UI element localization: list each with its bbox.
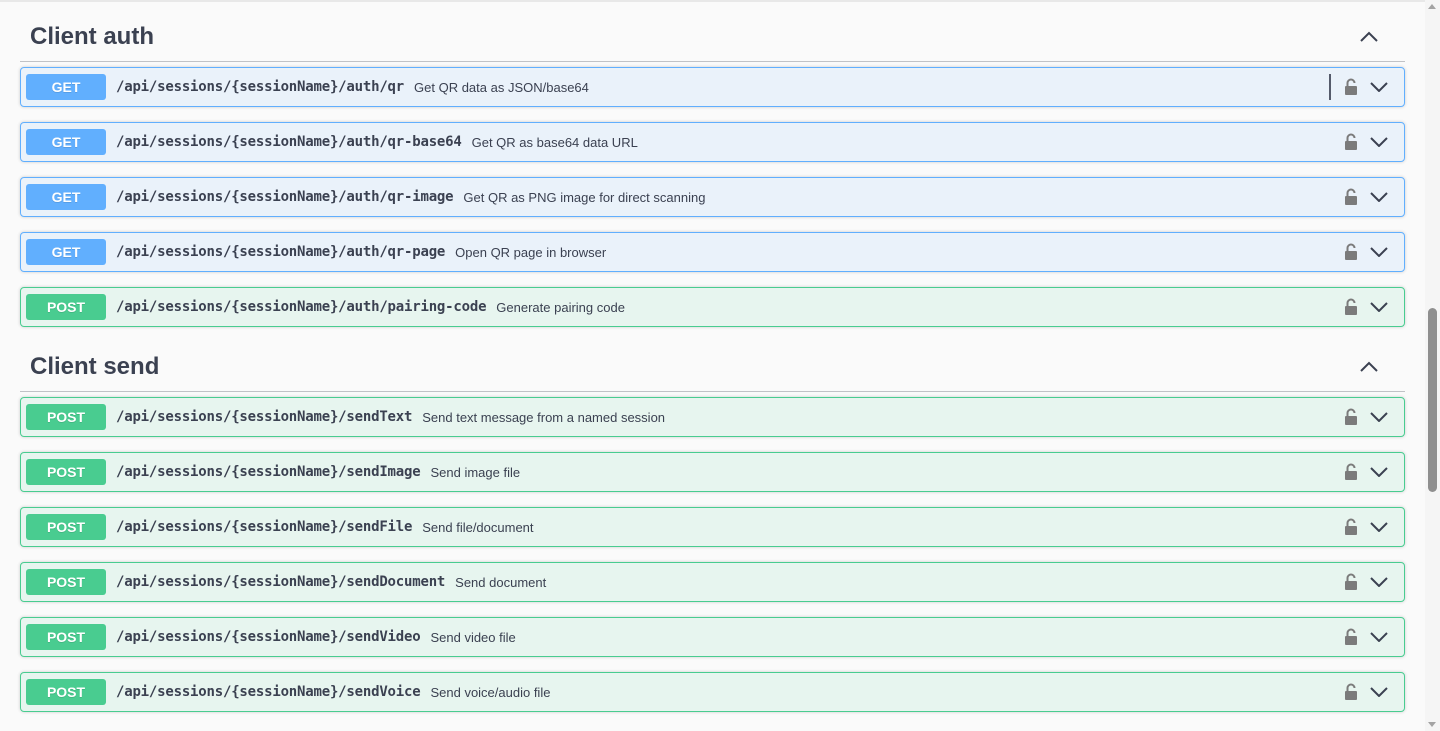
operations-content: Client auth GET /api/sessions/{sessionNa…	[20, 12, 1405, 727]
chevron-down-icon[interactable]	[1369, 462, 1389, 482]
endpoint-path: /api/sessions/{sessionName}/auth/qr	[116, 79, 405, 95]
method-badge: GET	[26, 129, 106, 155]
opblock-controls	[1343, 508, 1399, 546]
opblock-controls	[1343, 288, 1399, 326]
opblock-controls	[1343, 398, 1399, 436]
scroll-up-icon[interactable]	[1428, 4, 1436, 9]
endpoint-path: /api/sessions/{sessionName}/sendText	[116, 409, 413, 425]
opblock-post[interactable]: POST /api/sessions/{sessionName}/auth/pa…	[20, 287, 1405, 327]
chevron-down-icon[interactable]	[1369, 572, 1389, 592]
endpoint-path: /api/sessions/{sessionName}/sendFile	[116, 519, 413, 535]
method-badge: POST	[26, 404, 106, 430]
opblock-controls	[1343, 563, 1399, 601]
lock-icon[interactable]	[1343, 132, 1359, 152]
endpoint-summary: Get QR as base64 data URL	[471, 134, 638, 150]
method-badge: GET	[26, 74, 106, 100]
endpoint-path: /api/sessions/{sessionName}/auth/pairing…	[116, 299, 487, 315]
opblock-post[interactable]: POST /api/sessions/{sessionName}/sendDoc…	[20, 562, 1405, 602]
endpoint-summary: Send voice/audio file	[430, 684, 551, 700]
swagger-page: Client auth GET /api/sessions/{sessionNa…	[0, 0, 1440, 731]
chevron-up-icon[interactable]	[1357, 355, 1381, 379]
opblock-controls	[1329, 68, 1399, 106]
opblock-post[interactable]: POST /api/sessions/{sessionName}/sendIma…	[20, 452, 1405, 492]
chevron-down-icon[interactable]	[1369, 242, 1389, 262]
opblock-controls	[1343, 233, 1399, 271]
lock-icon[interactable]	[1343, 517, 1359, 537]
lock-icon[interactable]	[1343, 627, 1359, 647]
opblock-controls	[1343, 123, 1399, 161]
method-badge: POST	[26, 569, 106, 595]
endpoint-summary: Get QR as PNG image for direct scanning	[463, 189, 706, 205]
endpoint-summary: Get QR data as JSON/base64	[414, 79, 589, 95]
tag-title: Client auth	[30, 22, 154, 50]
opblock-get[interactable]: GET /api/sessions/{sessionName}/auth/qr-…	[20, 122, 1405, 162]
endpoint-summary: Send image file	[430, 464, 521, 480]
chevron-down-icon[interactable]	[1369, 297, 1389, 317]
chevron-down-icon[interactable]	[1369, 627, 1389, 647]
tag-section-client-send: Client send POST /api/sessions/{sessionN…	[20, 342, 1405, 712]
endpoint-path: /api/sessions/{sessionName}/sendImage	[116, 464, 421, 480]
tag-title: Client send	[30, 352, 160, 380]
endpoint-summary: Generate pairing code	[496, 299, 625, 315]
scroll-down-icon[interactable]	[1428, 722, 1436, 727]
method-badge: POST	[26, 459, 106, 485]
tag-header-client-send[interactable]: Client send	[20, 342, 1405, 392]
opblock-get[interactable]: GET /api/sessions/{sessionName}/auth/qr-…	[20, 177, 1405, 217]
lock-icon[interactable]	[1343, 462, 1359, 482]
lock-icon[interactable]	[1343, 187, 1359, 207]
chevron-down-icon[interactable]	[1369, 187, 1389, 207]
endpoint-summary: Send video file	[430, 629, 516, 645]
lock-icon[interactable]	[1343, 572, 1359, 592]
lock-icon[interactable]	[1343, 77, 1359, 97]
endpoint-summary: Send text message from a named session	[422, 409, 666, 425]
opblock-controls	[1343, 178, 1399, 216]
chevron-down-icon[interactable]	[1369, 132, 1389, 152]
opblock-get[interactable]: GET /api/sessions/{sessionName}/auth/qr …	[20, 67, 1405, 107]
method-badge: POST	[26, 679, 106, 705]
vertical-scrollbar[interactable]	[1425, 0, 1440, 731]
method-badge: GET	[26, 239, 106, 265]
opblock-post[interactable]: POST /api/sessions/{sessionName}/sendVoi…	[20, 672, 1405, 712]
opblock-post[interactable]: POST /api/sessions/{sessionName}/sendVid…	[20, 617, 1405, 657]
chevron-down-icon[interactable]	[1369, 77, 1389, 97]
endpoint-path: /api/sessions/{sessionName}/sendVideo	[116, 629, 421, 645]
endpoint-path: /api/sessions/{sessionName}/sendVoice	[116, 684, 421, 700]
text-cursor	[1329, 74, 1331, 100]
method-badge: GET	[26, 184, 106, 210]
scrollbar-thumb[interactable]	[1428, 308, 1437, 492]
tag-header-client-auth[interactable]: Client auth	[20, 12, 1405, 62]
top-divider	[0, 0, 1425, 2]
opblock-post[interactable]: POST /api/sessions/{sessionName}/sendFil…	[20, 507, 1405, 547]
chevron-down-icon[interactable]	[1369, 517, 1389, 537]
lock-icon[interactable]	[1343, 297, 1359, 317]
method-badge: POST	[26, 624, 106, 650]
chevron-down-icon[interactable]	[1369, 682, 1389, 702]
method-badge: POST	[26, 294, 106, 320]
endpoint-path: /api/sessions/{sessionName}/auth/qr-imag…	[116, 189, 454, 205]
endpoint-path: /api/sessions/{sessionName}/sendDocument	[116, 574, 446, 590]
endpoint-path: /api/sessions/{sessionName}/auth/qr-base…	[116, 134, 462, 150]
lock-icon[interactable]	[1343, 407, 1359, 427]
chevron-down-icon[interactable]	[1369, 407, 1389, 427]
opblock-get[interactable]: GET /api/sessions/{sessionName}/auth/qr-…	[20, 232, 1405, 272]
opblock-controls	[1343, 673, 1399, 711]
lock-icon[interactable]	[1343, 242, 1359, 262]
opblock-post[interactable]: POST /api/sessions/{sessionName}/sendTex…	[20, 397, 1405, 437]
chevron-up-icon[interactable]	[1357, 25, 1381, 49]
lock-icon[interactable]	[1343, 682, 1359, 702]
opblock-controls	[1343, 618, 1399, 656]
endpoint-summary: Send document	[455, 574, 547, 590]
endpoint-path: /api/sessions/{sessionName}/auth/qr-page	[116, 244, 446, 260]
tag-section-client-auth: Client auth GET /api/sessions/{sessionNa…	[20, 12, 1405, 327]
endpoint-summary: Open QR page in browser	[455, 244, 607, 260]
method-badge: POST	[26, 514, 106, 540]
opblock-controls	[1343, 453, 1399, 491]
endpoint-summary: Send file/document	[422, 519, 534, 535]
